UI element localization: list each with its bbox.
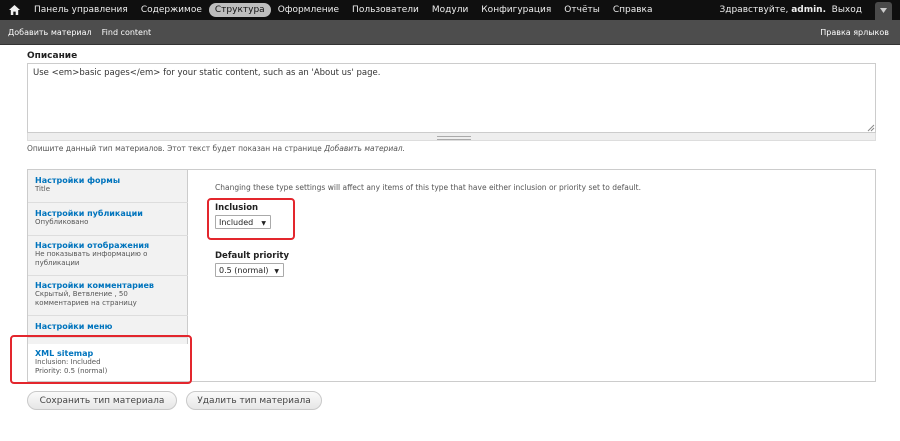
tab-publishing-settings[interactable]: Настройки публикации Опубликовано bbox=[28, 203, 188, 236]
inclusion-highlight-box bbox=[207, 198, 295, 240]
default-priority-label: Default priority bbox=[215, 251, 289, 261]
description-label: Описание bbox=[27, 51, 78, 61]
menu-item-content[interactable]: Содержимое bbox=[135, 3, 208, 17]
username-link[interactable]: admin. bbox=[791, 5, 826, 15]
settings-notice: Changing these type settings will affect… bbox=[215, 183, 641, 192]
shortcut-links: Добавить материал Find content bbox=[8, 20, 161, 44]
help-text-prefix: Опишите данный тип материалов. Этот текс… bbox=[27, 144, 322, 153]
user-greeting: Здравствуйте, admin. bbox=[719, 0, 826, 20]
menu-item-configuration[interactable]: Конфигурация bbox=[475, 3, 557, 17]
delete-content-type-button[interactable]: Удалить тип материала bbox=[186, 391, 322, 410]
save-content-type-button[interactable]: Сохранить тип материала bbox=[27, 391, 177, 410]
admin-toolbar: Панель управления Содержимое Структура О… bbox=[0, 0, 900, 20]
chevron-down-icon bbox=[880, 6, 887, 16]
shortcut-add-content[interactable]: Добавить материал bbox=[8, 28, 92, 37]
menu-item-modules[interactable]: Модули bbox=[426, 3, 474, 17]
textarea-grippie[interactable] bbox=[27, 133, 876, 141]
tab-summary: Не показывать информацию о публикации bbox=[35, 250, 148, 267]
menu-item-help[interactable]: Справка bbox=[607, 3, 659, 17]
dropdown-arrow-icon: ▼ bbox=[274, 268, 279, 275]
tab-title: Настройки комментариев bbox=[35, 281, 154, 290]
tab-form-settings[interactable]: Настройки формы Title bbox=[28, 170, 188, 203]
home-icon[interactable] bbox=[8, 4, 21, 16]
description-textarea[interactable]: Use <em>basic pages</em> for your static… bbox=[27, 63, 876, 133]
tab-summary: Title bbox=[35, 185, 51, 193]
tab-display-settings[interactable]: Настройки отображения Не показывать инфо… bbox=[28, 236, 188, 276]
shortcut-find-content[interactable]: Find content bbox=[102, 28, 152, 37]
menu-item-appearance[interactable]: Оформление bbox=[272, 3, 345, 17]
tab-title: Настройки формы bbox=[35, 176, 121, 185]
menu-item-structure[interactable]: Структура bbox=[208, 3, 271, 17]
resize-handle-icon[interactable] bbox=[867, 124, 875, 132]
tab-summary: Скрытый, Ветвление , 50 комментариев на … bbox=[35, 290, 137, 307]
toolbar-menu: Панель управления Содержимое Структура О… bbox=[28, 0, 659, 20]
toolbar-toggle-button[interactable] bbox=[875, 2, 892, 20]
help-text-link: Добавить материал. bbox=[324, 144, 405, 153]
greeting-text: Здравствуйте, bbox=[719, 5, 789, 15]
description-help-text: Опишите данный тип материалов. Этот текс… bbox=[27, 144, 405, 153]
tab-title: Настройки отображения bbox=[35, 241, 150, 250]
shortcuts-bar: Добавить материал Find content Правка яр… bbox=[0, 20, 900, 45]
menu-item-people[interactable]: Пользователи bbox=[346, 3, 425, 17]
menu-item-dashboard[interactable]: Панель управления bbox=[28, 3, 134, 17]
edit-shortcuts-link[interactable]: Правка ярлыков bbox=[820, 20, 889, 44]
menu-item-reports[interactable]: Отчёты bbox=[558, 3, 606, 17]
tab-title: Настройки меню bbox=[35, 322, 113, 331]
xml-sitemap-tab-highlight-box bbox=[10, 335, 192, 384]
logout-link[interactable]: Выход bbox=[832, 0, 862, 20]
priority-selected-value: 0.5 (normal) bbox=[219, 265, 269, 275]
tab-title: Настройки публикации bbox=[35, 209, 143, 218]
tab-summary: Опубликовано bbox=[35, 218, 89, 226]
tab-comment-settings[interactable]: Настройки комментариев Скрытый, Ветвлени… bbox=[28, 276, 188, 316]
default-priority-select[interactable]: 0.5 (normal) ▼ bbox=[215, 263, 284, 277]
